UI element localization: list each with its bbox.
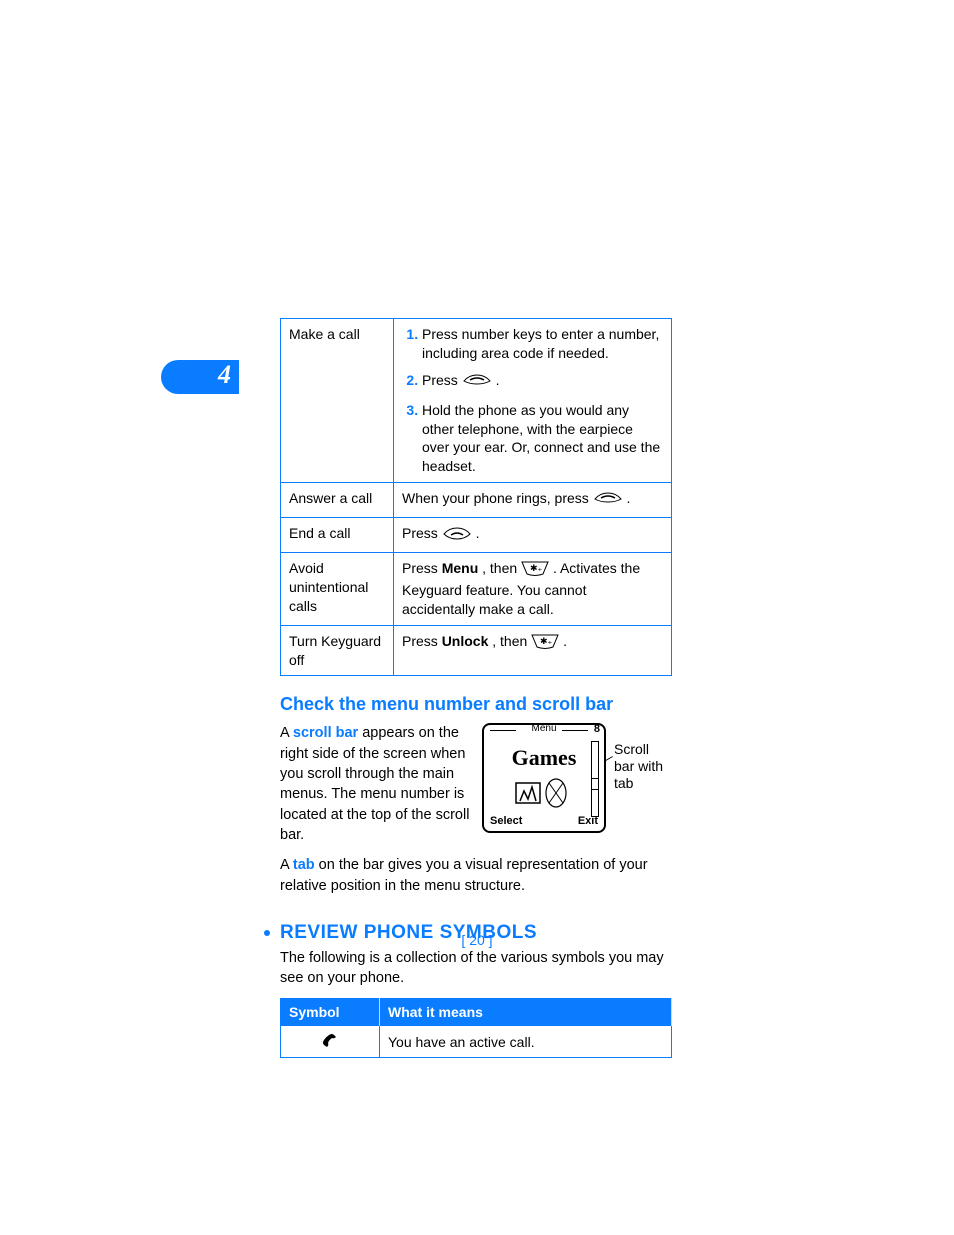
section-heading-scrollbar: Check the menu number and scroll bar [280, 694, 672, 715]
action-label: Answer a call [281, 483, 394, 518]
action-desc: When your phone rings, press . [394, 483, 672, 518]
phone-screen: Menu 8 Games [482, 723, 606, 833]
meaning-cell: You have an active call. [380, 1026, 672, 1058]
handset-icon [320, 1036, 340, 1052]
column-header-meaning: What it means [380, 999, 672, 1026]
scrollbar-icon [591, 741, 599, 817]
table-row: You have an active call. [281, 1026, 672, 1058]
svg-text:✱₊: ✱₊ [540, 636, 553, 646]
figure-callout: Scroll bar with tab [614, 741, 670, 791]
table-row: Turn Keyguard off Press Unlock , then ✱₊… [281, 625, 672, 676]
svg-text:✱₊: ✱₊ [530, 563, 543, 573]
symbols-table: Symbol What it means You have an active … [280, 998, 672, 1058]
chapter-tab: 4 [161, 360, 239, 394]
chapter-number: 4 [218, 360, 231, 390]
star-key-icon: ✱₊ [521, 560, 549, 581]
page-number: [ 20 ] [461, 932, 492, 948]
paragraph: A tab on the bar gives you a visual repr… [280, 855, 672, 896]
action-label: Turn Keyguard off [281, 625, 394, 676]
screen-menu-label: Menu [531, 723, 556, 734]
symbol-cell [281, 1026, 380, 1058]
paragraph: The following is a collection of the var… [280, 948, 672, 989]
end-key-icon [442, 527, 472, 546]
table-header-row: Symbol What it means [281, 999, 672, 1026]
step-text: Press . [422, 371, 663, 393]
bullet-icon [264, 930, 270, 936]
action-steps: Press number keys to enter a number, inc… [394, 319, 672, 483]
action-desc: Press . [394, 518, 672, 553]
table-row: Avoid unintentional calls Press Menu , t… [281, 553, 672, 626]
star-key-icon: ✱₊ [531, 633, 559, 654]
phone-screen-figure: Menu 8 Games [482, 723, 672, 833]
action-label: Make a call [281, 319, 394, 483]
softkey-left: Select [490, 815, 522, 827]
talk-key-icon [462, 374, 492, 393]
step-text: Press number keys to enter a number, inc… [422, 325, 663, 363]
column-header-symbol: Symbol [281, 999, 380, 1026]
screen-menu-number: 8 [594, 723, 600, 735]
table-row: End a call Press . [281, 518, 672, 553]
screen-graphic-icon [484, 773, 604, 815]
action-label: Avoid unintentional calls [281, 553, 394, 626]
table-row: Make a call Press number keys to enter a… [281, 319, 672, 483]
talk-key-icon [593, 492, 623, 511]
step-text: Hold the phone as you would any other te… [422, 401, 663, 477]
action-label: End a call [281, 518, 394, 553]
screen-title: Games [484, 745, 604, 771]
table-row: Answer a call When your phone rings, pre… [281, 483, 672, 518]
action-desc: Press Unlock , then ✱₊ . [394, 625, 672, 676]
action-desc: Press Menu , then ✱₊ . Activates the Key… [394, 553, 672, 626]
call-actions-table: Make a call Press number keys to enter a… [280, 318, 672, 676]
